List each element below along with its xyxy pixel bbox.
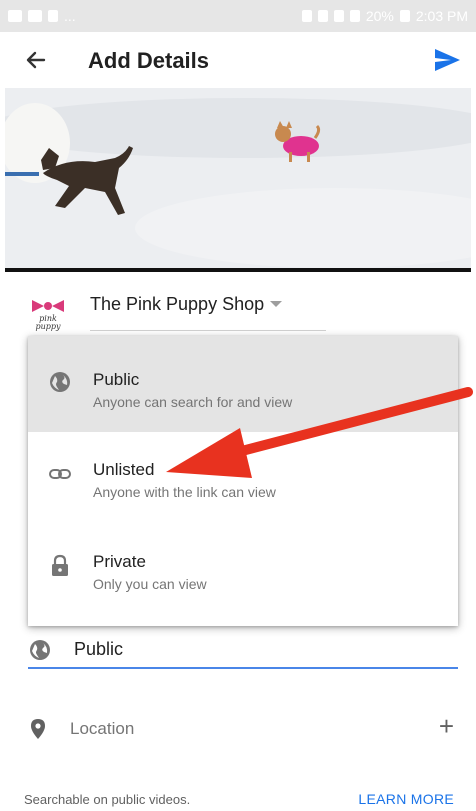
footer-note: Searchable on public videos. (24, 792, 191, 807)
privacy-select[interactable]: Public (28, 630, 458, 670)
plus-icon[interactable]: + (439, 712, 454, 740)
map-pin-icon (31, 719, 45, 739)
annotation-arrow (166, 387, 473, 478)
learn-more-link[interactable]: LEARN MORE (358, 791, 454, 807)
globe-icon (30, 640, 50, 660)
location-label: Location (70, 719, 135, 738)
location-row[interactable]: Location + (28, 708, 458, 748)
privacy-select-value: Public (74, 639, 124, 659)
privacy-select-underline (28, 667, 458, 669)
